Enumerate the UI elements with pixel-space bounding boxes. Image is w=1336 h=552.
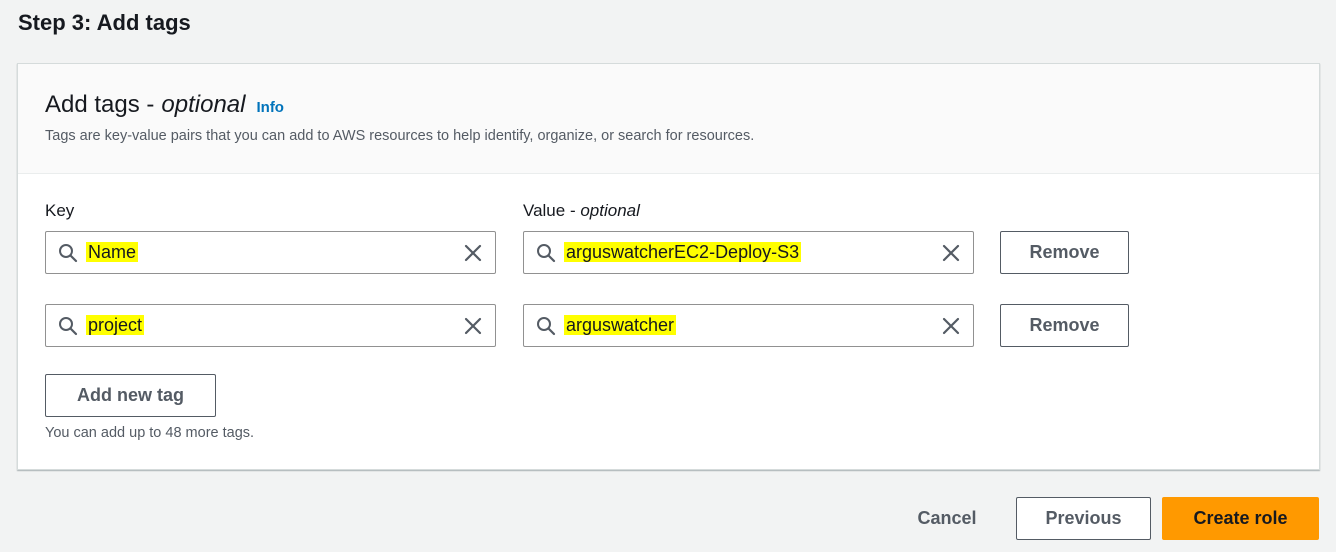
- close-icon[interactable]: [940, 242, 962, 264]
- remove-tag-button[interactable]: Remove: [1000, 231, 1129, 274]
- cancel-button[interactable]: Cancel: [897, 497, 997, 540]
- close-icon[interactable]: [462, 242, 484, 264]
- tag-value-input[interactable]: arguswatcher: [523, 304, 974, 347]
- remove-tag-button[interactable]: Remove: [1000, 304, 1129, 347]
- value-text: arguswatcher: [564, 315, 677, 335]
- key-text: Name: [86, 242, 139, 262]
- key-label-text: Key: [45, 201, 75, 220]
- close-icon[interactable]: [462, 315, 484, 337]
- key-column-label: Key: [45, 201, 74, 221]
- info-link[interactable]: Info: [256, 99, 284, 116]
- panel-title: Add tags - optional Info: [45, 91, 284, 119]
- search-icon: [537, 317, 556, 336]
- tag-key-value: project: [86, 305, 145, 346]
- value-label-optional: optional: [580, 201, 640, 220]
- close-icon[interactable]: [940, 315, 962, 337]
- tag-limit-hint: You can add up to 48 more tags.: [45, 425, 255, 441]
- add-new-tag-button[interactable]: Add new tag: [45, 374, 216, 417]
- tag-key-input[interactable]: Name: [45, 231, 496, 274]
- value-text: arguswatcherEC2-Deploy-S3: [564, 242, 802, 262]
- tag-key-value: Name: [86, 232, 139, 273]
- add-tags-panel: Add tags - optional Info Tags are key-va…: [17, 63, 1320, 470]
- tag-value-value: arguswatcher: [564, 305, 677, 346]
- tag-key-input[interactable]: project: [45, 304, 496, 347]
- panel-header: Add tags - optional Info Tags are key-va…: [18, 64, 1319, 174]
- tag-value-input[interactable]: arguswatcherEC2-Deploy-S3: [523, 231, 974, 274]
- tag-value-value: arguswatcherEC2-Deploy-S3: [564, 232, 802, 273]
- page-title: Step 3: Add tags: [18, 10, 191, 35]
- panel-description: Tags are key-value pairs that you can ad…: [45, 128, 755, 144]
- value-column-label: Value - optional: [523, 201, 640, 221]
- panel-title-optional: optional: [161, 91, 246, 118]
- value-label-text: Value -: [523, 201, 576, 220]
- search-icon: [537, 244, 556, 263]
- create-role-button[interactable]: Create role: [1162, 497, 1319, 540]
- previous-button[interactable]: Previous: [1016, 497, 1151, 540]
- key-text: project: [86, 315, 145, 335]
- search-icon: [59, 317, 78, 336]
- panel-title-text: Add tags -: [45, 91, 155, 118]
- search-icon: [59, 244, 78, 263]
